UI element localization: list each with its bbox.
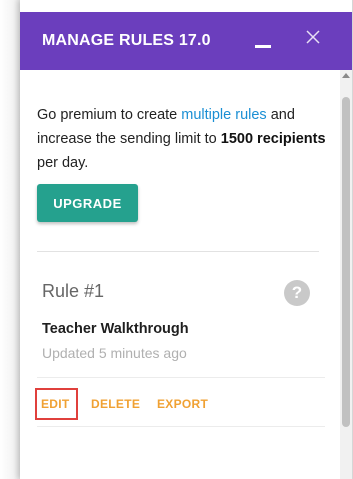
panel-header: MANAGE RULES 17.0 — [20, 12, 352, 70]
panel-title: MANAGE RULES 17.0 — [42, 32, 211, 49]
export-rule-button[interactable]: EXPORT — [157, 397, 208, 411]
rule-name: Teacher Walkthrough — [42, 321, 189, 337]
divider — [37, 377, 325, 378]
recipient-limit: 1500 recipients — [220, 131, 326, 147]
delete-rule-button[interactable]: DELETE — [91, 397, 140, 411]
close-icon[interactable] — [304, 28, 322, 46]
manage-rules-panel: MANAGE RULES 17.0 Go premium to create m… — [20, 0, 353, 479]
minimize-icon[interactable] — [252, 30, 274, 52]
scroll-up-arrow-icon[interactable] — [342, 73, 350, 78]
upgrade-button[interactable]: UPGRADE — [37, 184, 138, 222]
scroll-thumb[interactable] — [342, 97, 350, 427]
premium-promo-text: Go premium to create multiple rules and … — [37, 107, 326, 171]
divider — [37, 251, 319, 252]
rule-number: Rule #1 — [42, 281, 105, 301]
scrollbar[interactable] — [340, 70, 352, 479]
help-icon[interactable]: ? — [284, 280, 310, 306]
panel-content: Go premium to create multiple rules and … — [20, 70, 340, 479]
host-page-edge — [0, 0, 20, 479]
divider — [37, 426, 325, 427]
rule-updated-time: Updated 5 minutes ago — [42, 345, 187, 361]
edit-rule-button[interactable]: EDIT — [41, 397, 70, 411]
multiple-rules-link[interactable]: multiple rules — [181, 107, 266, 123]
